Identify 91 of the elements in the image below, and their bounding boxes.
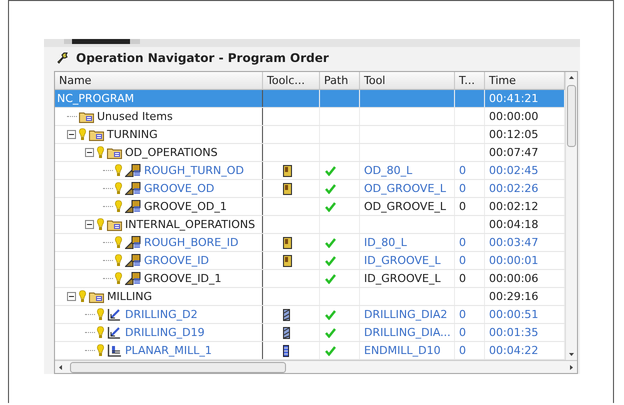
time-value: 00:01:35 <box>489 326 538 339</box>
item-name: MILLING <box>107 290 152 303</box>
time-value: 00:00:06 <box>489 272 538 285</box>
tool-number: 0 <box>459 308 466 321</box>
time-value: 00:29:16 <box>489 290 538 303</box>
time-value: 00:00:00 <box>489 110 538 123</box>
item-name: PLANAR_MILL_1 <box>125 344 212 357</box>
time-value: 00:02:45 <box>489 164 538 177</box>
folder-icon <box>89 290 104 302</box>
folder-icon <box>89 128 104 140</box>
column-header[interactable]: T... <box>455 72 485 89</box>
time-value: 00:00:51 <box>489 308 538 321</box>
tool-name: DRILLING_DIA2 <box>364 308 448 321</box>
vertical-scrollbar[interactable] <box>565 72 577 360</box>
tool-name: OD_GROOVE_L <box>364 182 446 195</box>
turning-operation-icon <box>125 236 141 249</box>
tool-name: DRILLING_DIA... <box>364 326 451 339</box>
column-header[interactable]: Name <box>55 72 263 89</box>
tree-row[interactable]: Unused Items 00:00:00 <box>55 108 565 126</box>
folder-icon <box>107 218 122 230</box>
tool-name: ID_GROOVE_L <box>364 272 441 285</box>
tree-row[interactable]: ROUGH_BORE_ID ID_80_L 0 00:03:47 <box>55 234 565 252</box>
turning-operation-icon <box>125 200 141 213</box>
folder-icon <box>107 146 122 158</box>
item-name: DRILLING_D2 <box>125 308 198 321</box>
tree-row[interactable]: DRILLING_D19 DRILLING_DIA... 0 00:01:35 <box>55 324 565 342</box>
drilling-operation-icon <box>107 308 122 321</box>
item-name: OD_OPERATIONS <box>125 146 218 159</box>
tree-row[interactable]: GROOVE_ID ID_GROOVE_L 0 00:00:01 <box>55 252 565 270</box>
drilling-operation-icon <box>107 326 122 339</box>
tool-name: ID_GROOVE_L <box>364 254 441 267</box>
tree-row[interactable]: GROOVE_ID_1 ID_GROOVE_L 0 00:00:06 <box>55 270 565 288</box>
time-value: 00:04:18 <box>489 218 538 231</box>
tool-number: 0 <box>459 182 466 195</box>
tool-number: 0 <box>459 272 466 285</box>
time-value: 00:02:26 <box>489 182 538 195</box>
time-value: 00:04:22 <box>489 344 538 357</box>
collapse-icon[interactable] <box>67 292 76 301</box>
item-name: GROOVE_OD_1 <box>144 200 227 213</box>
item-name: INTERNAL_OPERATIONS <box>125 218 256 231</box>
tool-number: 0 <box>459 236 466 249</box>
time-value: 00:41:21 <box>489 92 538 105</box>
wrench-icon <box>56 52 68 64</box>
planar-mill-icon <box>107 344 122 357</box>
time-value: 00:12:05 <box>489 128 538 141</box>
tree-row[interactable]: GROOVE_OD OD_GROOVE_L 0 00:02:26 <box>55 180 565 198</box>
time-value: 00:07:47 <box>489 146 538 159</box>
column-header[interactable]: Tool <box>360 72 455 89</box>
item-name: NC_PROGRAM <box>57 92 134 105</box>
tool-name: ID_80_L <box>364 236 407 249</box>
collapse-icon[interactable] <box>85 220 94 229</box>
panel-tab[interactable] <box>64 39 140 44</box>
turning-operation-icon <box>125 272 141 285</box>
tree-row[interactable]: DRILLING_D2 DRILLING_DIA2 0 00:00:51 <box>55 306 565 324</box>
item-name: ROUGH_TURN_OD <box>144 164 244 177</box>
panel-title: Operation Navigator - Program Order <box>76 51 329 65</box>
tree-row[interactable]: TURNING 00:12:05 <box>55 126 565 144</box>
column-header[interactable]: Toolc... <box>263 72 320 89</box>
tool-number: 0 <box>459 344 466 357</box>
tree-row[interactable]: GROOVE_OD_1 OD_GROOVE_L 0 00:02:12 <box>55 198 565 216</box>
tool-number: 0 <box>459 164 466 177</box>
tool-number: 0 <box>459 254 466 267</box>
item-name: TURNING <box>107 128 158 141</box>
item-name: GROOVE_ID <box>144 254 209 267</box>
time-value: 00:00:01 <box>489 254 538 267</box>
tool-number: 0 <box>459 326 466 339</box>
item-name: DRILLING_D19 <box>125 326 205 339</box>
item-name: ROUGH_BORE_ID <box>144 236 238 249</box>
folder-icon <box>79 110 94 122</box>
time-value: 00:02:12 <box>489 200 538 213</box>
collapse-icon[interactable] <box>67 130 76 139</box>
tree-row[interactable]: ROUGH_TURN_OD OD_80_L 0 00:02:45 <box>55 162 565 180</box>
tool-number: 0 <box>459 200 466 213</box>
tree-row[interactable]: MILLING 00:29:16 <box>55 288 565 306</box>
collapse-icon[interactable] <box>85 148 94 157</box>
item-name: Unused Items <box>97 110 173 123</box>
column-header[interactable]: Path <box>320 72 360 89</box>
tree-row[interactable]: OD_OPERATIONS 00:07:47 <box>55 144 565 162</box>
turning-operation-icon <box>125 182 141 195</box>
turning-operation-icon <box>125 164 141 177</box>
horizontal-scrollbar[interactable] <box>55 360 577 373</box>
scroll-thumb[interactable] <box>70 362 286 372</box>
scroll-thumb[interactable] <box>567 85 576 147</box>
tool-name: ENDMILL_D10 <box>364 344 441 357</box>
turning-operation-icon <box>125 254 141 267</box>
tool-name: OD_80_L <box>364 164 412 177</box>
tool-name: OD_GROOVE_L <box>364 200 446 213</box>
time-value: 00:03:47 <box>489 236 538 249</box>
tree-row[interactable]: INTERNAL_OPERATIONS 00:04:18 <box>55 216 565 234</box>
item-name: GROOVE_ID_1 <box>144 272 222 285</box>
item-name: GROOVE_OD <box>144 182 214 195</box>
